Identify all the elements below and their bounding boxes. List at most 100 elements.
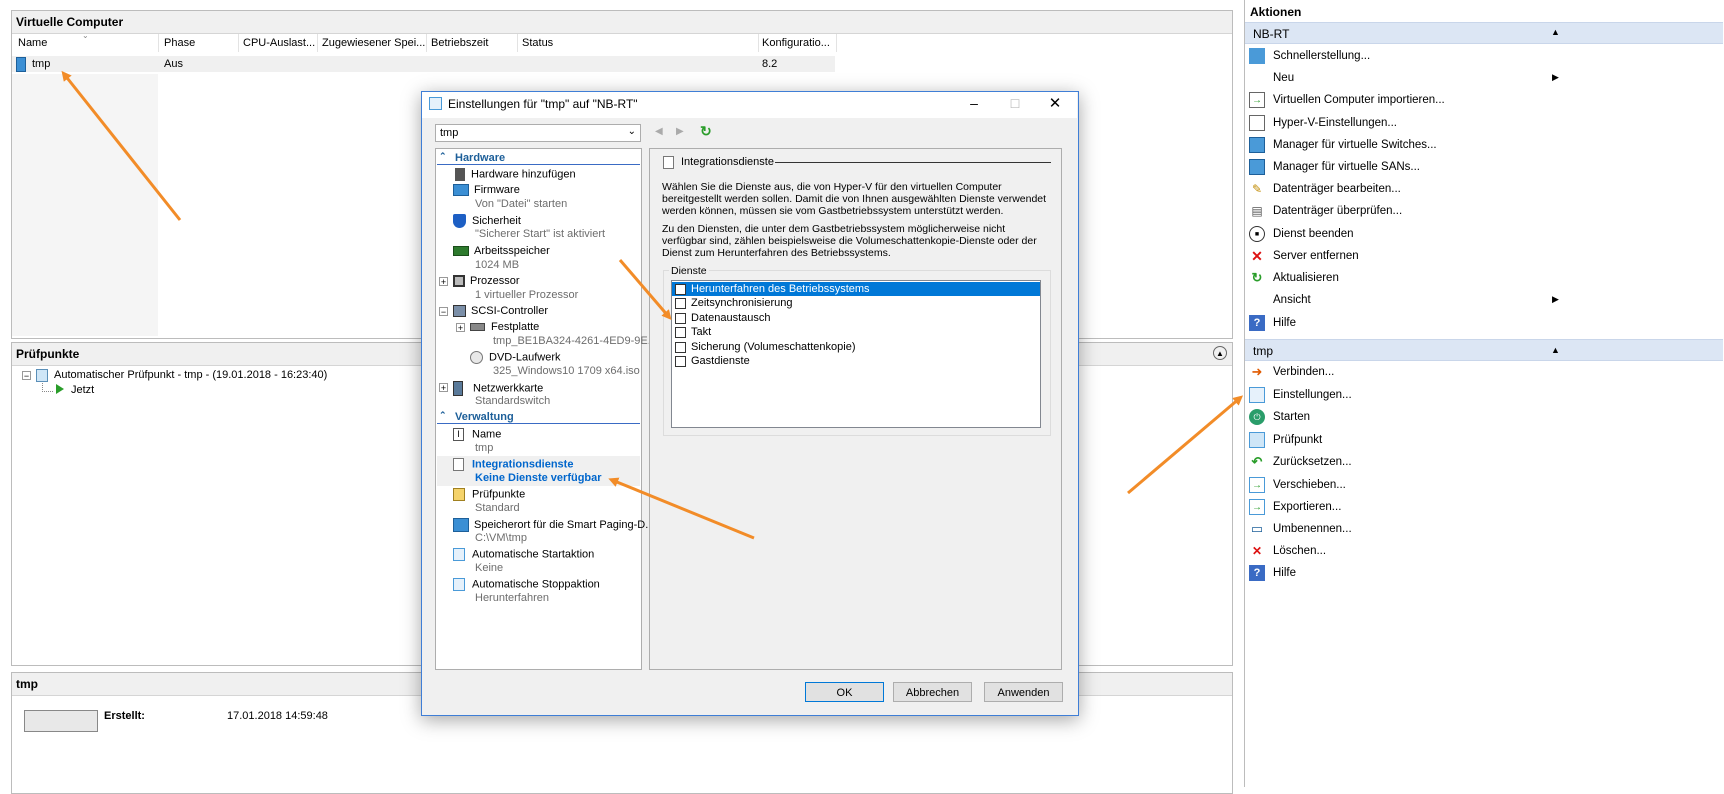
action-rename[interactable]: ▭ Umbenennen...: [1249, 519, 1352, 539]
action-hyperv-settings[interactable]: Hyper-V-Einstellungen...: [1249, 113, 1397, 133]
refresh-icon[interactable]: ↻: [700, 123, 712, 140]
column-header-phase[interactable]: Phase: [160, 34, 239, 52]
action-inspect-disk[interactable]: ▤ Datenträger überprüfen...: [1249, 201, 1402, 221]
collapse-pane-icon[interactable]: ▲: [1213, 346, 1227, 360]
maximize-button[interactable]: ☐: [1003, 92, 1027, 116]
view-icon: [1249, 292, 1265, 308]
column-header-config[interactable]: Konfiguratio...: [758, 34, 837, 52]
collapse-hardware-icon[interactable]: ⌃: [439, 151, 447, 162]
apply-button[interactable]: Anwenden: [984, 682, 1063, 702]
service-checkbox[interactable]: [675, 283, 686, 295]
cpu-icon: [453, 275, 465, 288]
checkpoint-item[interactable]: Automatischer Prüfpunkt - tmp - (19.01.2…: [54, 369, 327, 381]
smart-paging-sub: C:\VM\tmp: [475, 532, 527, 544]
hardware-header[interactable]: Hardware: [455, 152, 505, 164]
tree-hard-disk[interactable]: Festplatte: [470, 321, 539, 333]
tree-memory[interactable]: Arbeitsspeicher: [453, 245, 550, 257]
collapse-arrow-icon[interactable]: ▲: [1551, 27, 1560, 37]
vm-select[interactable]: tmp ⌄: [435, 124, 641, 142]
actions-section-server[interactable]: NB-RT: [1245, 22, 1723, 44]
minimize-button[interactable]: –: [962, 92, 986, 116]
collapse-arrow-icon[interactable]: ▲: [1551, 345, 1560, 355]
vm-config-cell: 8.2: [762, 58, 778, 70]
action-import[interactable]: → Virtuellen Computer importieren...: [1249, 90, 1445, 110]
action-delete[interactable]: ✕ Löschen...: [1249, 541, 1326, 561]
action-stop-service[interactable]: ■ Dienst beenden: [1249, 224, 1354, 244]
column-header-name[interactable]: Name: [14, 34, 159, 52]
service-item[interactable]: Zeitsynchronisierung: [672, 296, 1040, 310]
auto-stop-sub: Herunterfahren: [475, 592, 549, 604]
action-start[interactable]: ⏻ Starten: [1249, 407, 1310, 427]
action-new[interactable]: Neu: [1249, 68, 1294, 88]
actions-section-vm[interactable]: tmp: [1245, 339, 1723, 361]
service-item[interactable]: Takt: [672, 325, 1040, 339]
action-vm-settings[interactable]: Einstellungen...: [1249, 385, 1352, 405]
service-label: Zeitsynchronisierung: [691, 297, 793, 309]
memory-icon: [453, 246, 469, 257]
service-item[interactable]: Gastdienste: [672, 354, 1040, 368]
back-icon[interactable]: ◀: [655, 126, 663, 137]
tree-smart-paging[interactable]: Speicherort für die Smart Paging-D...: [453, 518, 654, 532]
tree-auto-start[interactable]: Automatische Startaktion: [453, 548, 594, 561]
action-san-manager[interactable]: Manager für virtuelle SANs...: [1249, 157, 1420, 177]
column-header-status[interactable]: Status: [518, 34, 759, 52]
service-item[interactable]: Sicherung (Volumeschattenkopie): [672, 340, 1040, 354]
expand-hdd-icon[interactable]: +: [456, 323, 465, 333]
expand-cpu-icon[interactable]: +: [439, 277, 448, 287]
tree-checkpoints[interactable]: Prüfpunkte: [453, 488, 525, 501]
tree-processor[interactable]: Prozessor: [453, 275, 520, 288]
action-move[interactable]: → Verschieben...: [1249, 475, 1346, 495]
tree-dvd[interactable]: DVD-Laufwerk: [470, 351, 561, 364]
action-export[interactable]: → Exportieren...: [1249, 497, 1341, 517]
collapse-scsi-icon[interactable]: −: [439, 307, 448, 317]
tree-collapse-icon[interactable]: −: [22, 371, 31, 381]
action-vm-help[interactable]: ? Hilfe: [1249, 563, 1296, 583]
tree-security[interactable]: Sicherheit: [453, 214, 521, 228]
service-checkbox[interactable]: [675, 312, 686, 324]
service-checkbox[interactable]: [675, 326, 686, 338]
tree-network-adapter[interactable]: Netzwerkkarte: [453, 381, 543, 396]
disk-edit-icon: ✎: [1251, 182, 1263, 196]
service-checkbox[interactable]: [675, 355, 686, 367]
tree-name[interactable]: I Name: [453, 428, 501, 441]
action-label: Datenträger überprüfen...: [1273, 205, 1403, 217]
tree-auto-stop[interactable]: Automatische Stoppaktion: [453, 578, 600, 591]
expand-nic-icon[interactable]: +: [439, 383, 448, 393]
service-checkbox[interactable]: [675, 341, 686, 353]
tree-firmware[interactable]: Firmware: [453, 184, 520, 197]
action-remove-server[interactable]: ✕ Server entfernen: [1249, 246, 1359, 266]
auto-start-sub: Keine: [475, 562, 504, 574]
action-switch-manager[interactable]: Manager für virtuelle Switches...: [1249, 135, 1437, 155]
action-help[interactable]: ? Hilfe: [1249, 313, 1296, 333]
action-view[interactable]: Ansicht: [1249, 290, 1311, 310]
cancel-button[interactable]: Abbrechen: [893, 682, 972, 702]
add-hardware-label: Hardware hinzufügen: [471, 168, 576, 181]
action-quick-create[interactable]: Schnellerstellung...: [1249, 46, 1370, 66]
firmware-sub: Von "Datei" starten: [475, 198, 568, 210]
service-checkbox[interactable]: [675, 297, 686, 309]
service-label: Gastdienste: [691, 355, 750, 367]
management-header[interactable]: Verwaltung: [455, 411, 514, 423]
table-row[interactable]: [12, 56, 835, 72]
close-button[interactable]: ✕: [1043, 92, 1067, 116]
tree-integration-services[interactable]: Integrationsdienste: [453, 458, 573, 471]
action-edit-disk[interactable]: ✎ Datenträger bearbeiten...: [1249, 179, 1401, 199]
action-checkpoint[interactable]: Prüfpunkt: [1249, 430, 1322, 450]
action-refresh[interactable]: ↻ Aktualisieren: [1249, 268, 1339, 288]
forward-icon[interactable]: ▶: [676, 126, 684, 137]
auto-start-icon: [453, 548, 465, 561]
tree-add-hardware[interactable]: Hardware hinzufügen: [455, 168, 576, 181]
now-item[interactable]: Jetzt: [71, 384, 94, 396]
service-item[interactable]: Datenaustausch: [672, 311, 1040, 325]
action-revert[interactable]: ↶ Zurücksetzen...: [1249, 452, 1352, 472]
ok-button[interactable]: OK: [805, 682, 884, 702]
service-item[interactable]: Herunterfahren des Betriebssystems: [672, 282, 1040, 296]
column-header-cpu[interactable]: CPU-Auslast...: [239, 34, 318, 52]
tree-scsi[interactable]: SCSI-Controller: [453, 305, 548, 318]
rename-icon: ▭: [1250, 521, 1264, 536]
move-icon: →: [1249, 477, 1265, 493]
column-header-uptime[interactable]: Betriebszeit: [427, 34, 518, 52]
action-connect[interactable]: ➜ Verbinden...: [1249, 362, 1335, 382]
column-header-memory[interactable]: Zugewiesener Spei...: [318, 34, 427, 52]
collapse-management-icon[interactable]: ⌃: [439, 410, 447, 421]
